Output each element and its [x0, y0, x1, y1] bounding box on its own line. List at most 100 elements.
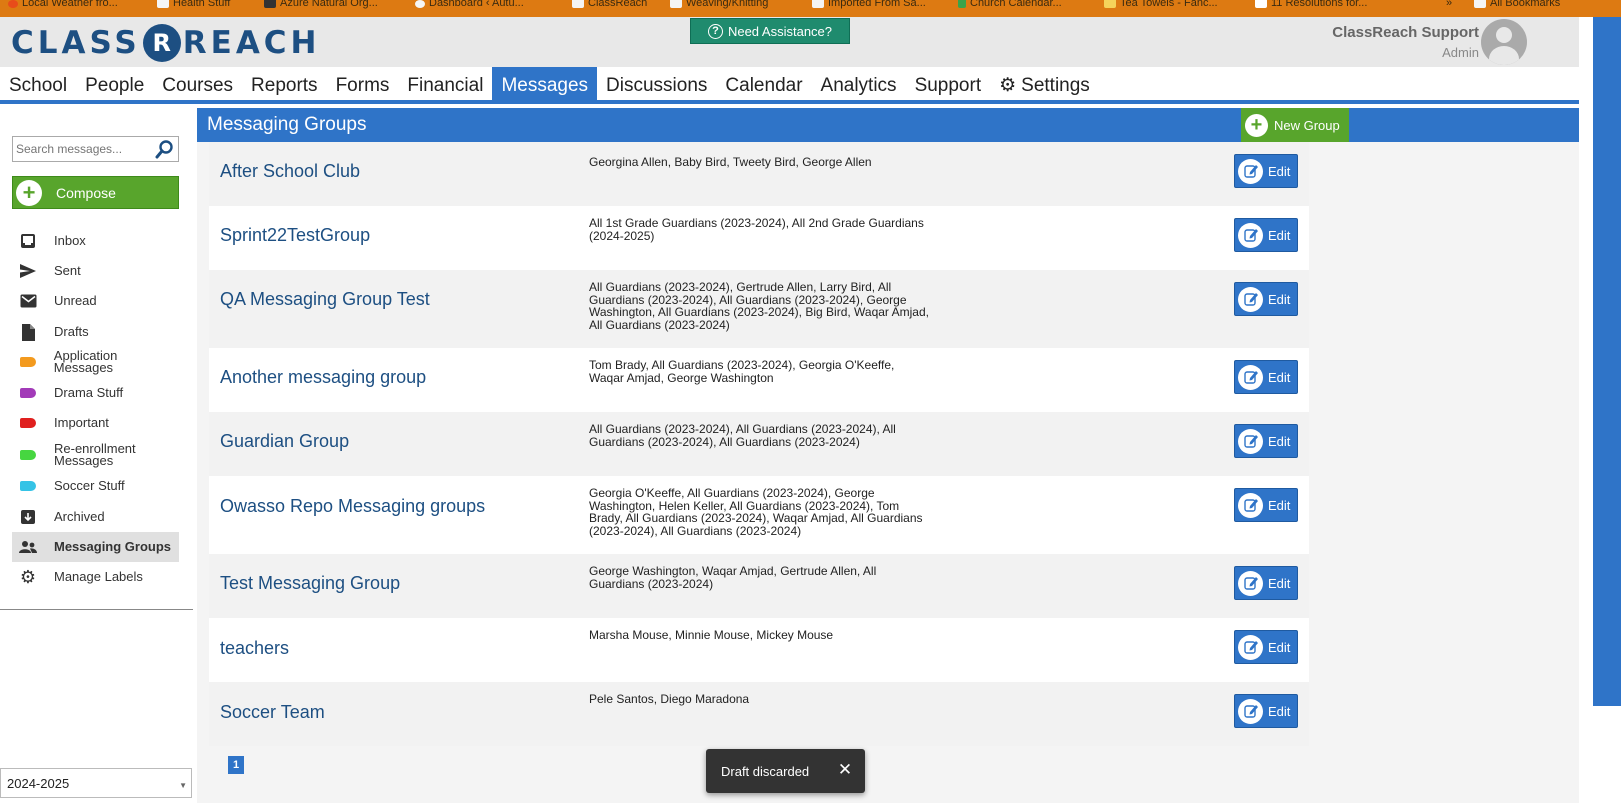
site-icon	[264, 0, 276, 8]
bookmark-item[interactable]: ClassReach	[572, 0, 647, 17]
group-row: Soccer Team Pele Santos, Diego Maradona …	[209, 682, 1309, 746]
compose-button[interactable]: + Compose	[12, 176, 179, 209]
sidebar-item-re-enrollment-messages[interactable]: Re-enrollment Messages	[12, 438, 179, 472]
search-input[interactable]	[16, 140, 151, 158]
sidebar-item-unread[interactable]: Unread	[12, 286, 179, 316]
sidebar-item-manage-labels[interactable]: ⚙ Manage Labels	[12, 562, 179, 592]
group-name[interactable]: Test Messaging Group	[220, 554, 400, 612]
group-members: Marsha Mouse, Minnie Mouse, Mickey Mouse	[589, 628, 834, 642]
bookmarks-overflow[interactable]: »	[1446, 0, 1452, 17]
nav-courses[interactable]: Courses	[153, 67, 242, 104]
label-tag-icon	[18, 383, 38, 403]
group-name[interactable]: Soccer Team	[220, 682, 325, 742]
edit-icon	[1238, 286, 1263, 312]
label-tag-icon	[18, 352, 38, 372]
edit-group-button[interactable]: Edit	[1234, 282, 1298, 316]
bookmark-item[interactable]: 11 Resolutions for...	[1255, 0, 1367, 17]
edit-group-button[interactable]: Edit	[1234, 630, 1298, 664]
bookmark-item[interactable]: All Bookmarks	[1474, 0, 1560, 17]
edit-icon	[1238, 364, 1263, 390]
people-icon	[18, 537, 38, 557]
group-name[interactable]: teachers	[220, 618, 289, 678]
need-assistance-button[interactable]: ? Need Assistance?	[690, 18, 850, 44]
sidebar-item-inbox[interactable]: Inbox	[12, 226, 179, 256]
user-role: Admin	[1442, 45, 1479, 60]
group-name[interactable]: QA Messaging Group Test	[220, 270, 430, 328]
new-group-button[interactable]: + New Group	[1241, 108, 1349, 142]
bookmark-item[interactable]: Imported From Sa...	[812, 0, 926, 17]
sidebar-item-drafts[interactable]: Drafts	[12, 317, 179, 347]
edit-group-button[interactable]: Edit	[1234, 424, 1298, 458]
edit-group-button[interactable]: Edit	[1234, 488, 1298, 522]
nav-analytics[interactable]: Analytics	[812, 67, 906, 104]
messaging-groups-panel: Messaging Groups + New Group After Schoo…	[197, 108, 1579, 803]
messages-sidebar: + Compose Inbox Sent Unread Drafts Appli…	[0, 108, 197, 803]
avatar[interactable]	[1481, 19, 1527, 65]
bookmark-item[interactable]: Local Weather fro...	[8, 0, 118, 17]
sidebar-item-important[interactable]: Important	[12, 408, 179, 438]
close-icon[interactable]: ✕	[837, 761, 853, 778]
sidebar-item-application-messages[interactable]: Application Messages	[12, 347, 179, 377]
classreach-logo[interactable]: CLASS R REACH	[11, 24, 321, 62]
main-nav: School People Courses Reports Forms Fina…	[0, 67, 1579, 104]
nav-discussions[interactable]: Discussions	[597, 67, 716, 104]
edit-group-button[interactable]: Edit	[1234, 154, 1298, 188]
group-row: Guardian Group All Guardians (2023-2024)…	[209, 412, 1309, 476]
nav-people[interactable]: People	[76, 67, 153, 104]
weather-icon	[8, 0, 18, 8]
bookmark-item[interactable]: Weaving/Knitting	[670, 0, 768, 17]
group-members: George Washington, Waqar Amjad, Gertrude…	[589, 564, 877, 591]
nav-calendar[interactable]: Calendar	[716, 67, 811, 104]
folder-icon	[812, 0, 824, 8]
bookmark-item[interactable]: Dashboard ‹ Autu...	[415, 0, 524, 17]
group-row: Another messaging group Tom Brady, All G…	[209, 348, 1309, 412]
label-tag-icon	[18, 413, 38, 433]
bookmark-item[interactable]: Azure Natural Org...	[264, 0, 378, 17]
group-name[interactable]: Owasso Repo Messaging groups	[220, 476, 485, 536]
school-year-select[interactable]: 2024-2025 ▼	[0, 768, 192, 798]
bookmarks-bar: Local Weather fro... Health Stuff Azure …	[0, 0, 1621, 17]
group-name[interactable]: After School Club	[220, 142, 360, 200]
edit-icon	[1238, 492, 1263, 518]
plus-icon: +	[16, 179, 42, 206]
folder-icon	[670, 0, 682, 8]
nav-settings[interactable]: ⚙ Settings	[990, 67, 1099, 104]
edit-icon	[1238, 698, 1263, 724]
group-members: Pele Santos, Diego Maradona	[589, 692, 750, 706]
nav-messages[interactable]: Messages	[492, 67, 598, 104]
edit-group-button[interactable]: Edit	[1234, 360, 1298, 394]
edit-group-button[interactable]: Edit	[1234, 566, 1298, 600]
app-header: CLASS R REACH ? Need Assistance? ClassReac…	[0, 17, 1579, 67]
plus-icon: +	[1245, 113, 1268, 137]
nav-reports[interactable]: Reports	[242, 67, 327, 104]
bookmark-item[interactable]: Tea Towels - Fanc...	[1104, 0, 1218, 17]
nav-support[interactable]: Support	[906, 67, 991, 104]
edit-icon	[1238, 158, 1263, 184]
edit-group-button[interactable]: Edit	[1234, 218, 1298, 252]
sidebar-item-soccer-stuff[interactable]: Soccer Stuff	[12, 471, 179, 501]
bookmark-item[interactable]: Health Stuff	[157, 0, 230, 17]
nav-forms[interactable]: Forms	[327, 67, 399, 104]
sidebar-item-sent[interactable]: Sent	[12, 256, 179, 286]
edit-icon	[1238, 634, 1263, 660]
user-name[interactable]: ClassReach Support	[1332, 24, 1479, 41]
group-name[interactable]: Another messaging group	[220, 348, 426, 406]
sidebar-item-archived[interactable]: Archived	[12, 502, 179, 532]
search-icon[interactable]	[154, 139, 176, 159]
page-title: Messaging Groups	[207, 114, 367, 135]
nav-financial[interactable]: Financial	[398, 67, 492, 104]
envelope-icon	[18, 291, 38, 311]
label-tag-icon	[18, 445, 38, 465]
sidebar-item-drama-stuff[interactable]: Drama Stuff	[12, 378, 179, 408]
sidebar-item-messaging-groups[interactable]: Messaging Groups	[12, 532, 179, 562]
group-name[interactable]: Guardian Group	[220, 412, 349, 470]
group-name[interactable]: Sprint22TestGroup	[220, 206, 370, 264]
sidebar-divider	[0, 609, 193, 610]
nav-school[interactable]: School	[0, 67, 76, 104]
toast-message: Draft discarded	[721, 763, 810, 779]
pagination-page-1[interactable]: 1	[228, 756, 244, 774]
bookmark-item[interactable]: Church Calendar...	[958, 0, 1062, 17]
right-edge-strip	[1593, 17, 1621, 706]
edit-group-button[interactable]: Edit	[1234, 694, 1298, 728]
group-members: Georgina Allen, Baby Bird, Tweety Bird, …	[589, 155, 872, 169]
